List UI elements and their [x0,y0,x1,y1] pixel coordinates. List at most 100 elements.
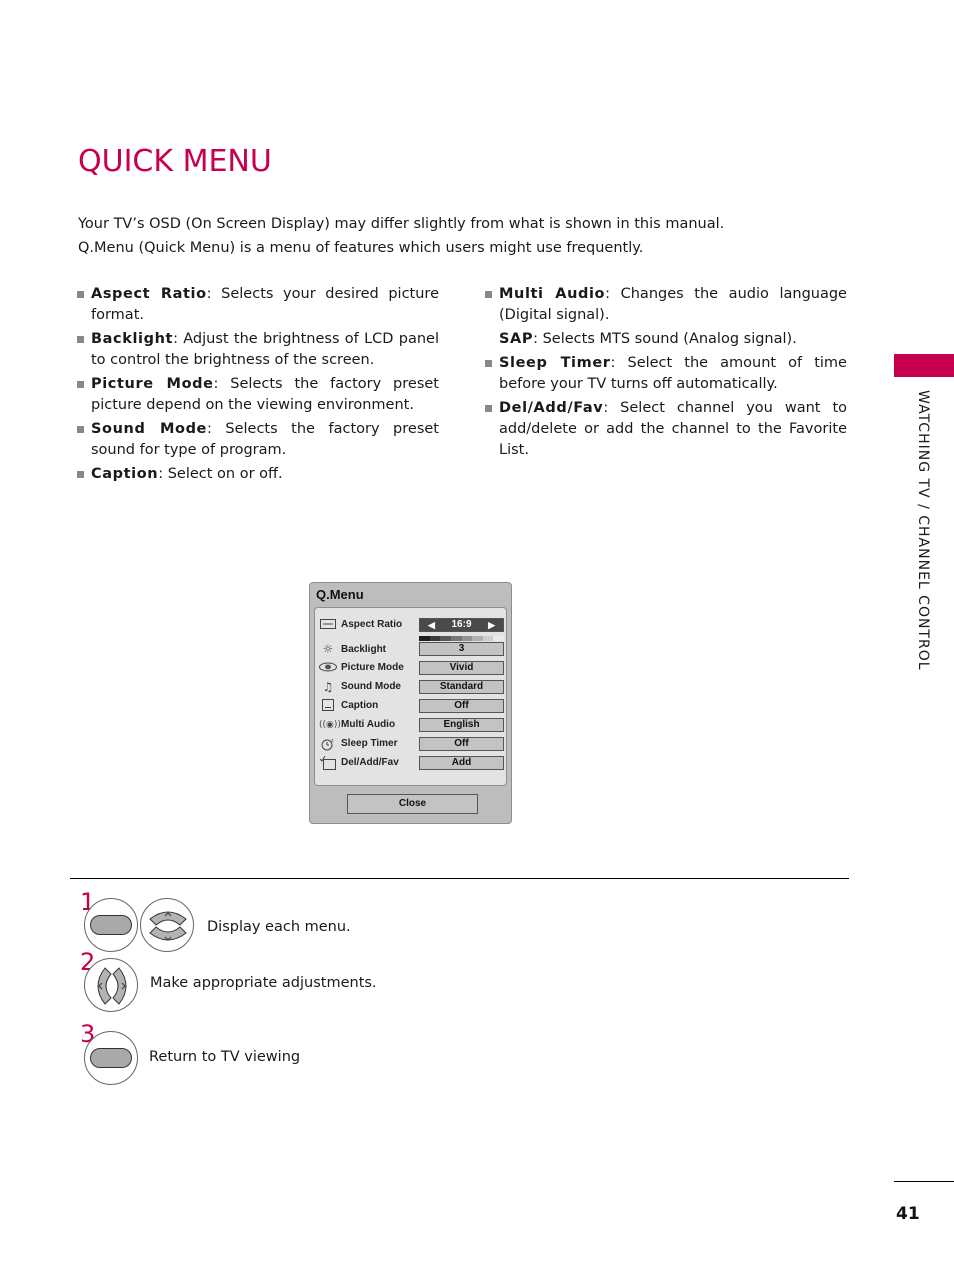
backlight-level-segment [493,636,504,641]
qmenu-label: Multi Audio [341,719,396,730]
up-down-arrows-icon [149,911,187,941]
bullet-icon [77,381,84,388]
step-text-1: Display each menu. [207,919,351,935]
footer-divider [894,1181,954,1182]
qmenu-label: Del/Add/Fav [341,757,399,768]
caption-icon [319,699,337,713]
bullet-icon [485,291,492,298]
section-divider [70,878,849,879]
feature-term: Multi Audio [499,286,606,302]
qmenu-value-multi-audio[interactable]: English [419,718,504,732]
qmenu-value: 16:9 [451,619,472,630]
qmenu-title: Q.Menu [316,587,364,602]
qmenu-row-aspect-ratio[interactable]: Aspect Ratio ◀ 16:9 ▶ [315,616,508,635]
intro-line-2: Q.Menu (Quick Menu) is a menu of feature… [78,240,644,256]
qmenu-label: Caption [341,700,379,711]
backlight-icon: ☼ [322,642,334,656]
feature-backlight: Backlight: Adjust the brightness of LCD … [77,329,439,371]
feature-desc: : Select on or off. [158,466,283,482]
features-left-column: Aspect Ratio: Selects your desired pictu… [77,284,439,488]
return-button-icon [90,1048,132,1068]
feature-picture-mode: Picture Mode: Selects the factory preset… [77,374,439,416]
qmenu-value-caption[interactable]: Off [419,699,504,713]
page-number: 41 [896,1204,920,1224]
backlight-level-segment [429,636,441,641]
return-remote-button [84,1031,138,1085]
qmenu-panel: Q.Menu Aspect Ratio ◀ 16:9 ▶ ☼ Backlight 3… [309,582,512,824]
qmenu-value-picture-mode[interactable]: Vivid [419,661,504,675]
features-right-column: Multi Audio: Changes the audio language … [485,284,847,464]
qmenu-row-del-add-fav[interactable]: Del/Add/Fav Add [315,754,508,773]
feature-caption: Caption: Select on or off. [77,464,439,485]
section-tab-text: WATCHING TV / CHANNEL CONTROL [915,390,931,671]
left-right-remote-button [84,958,138,1012]
intro-line-1: Your TV’s OSD (On Screen Display) may di… [78,216,725,232]
qmenu-label: Backlight [341,644,387,655]
bullet-icon [485,405,492,412]
feature-aspect-ratio: Aspect Ratio: Selects your desired pictu… [77,284,439,326]
backlight-level-segment [440,636,451,641]
feature-sound-mode: Sound Mode: Selects the factory preset s… [77,419,439,461]
up-down-remote-button [140,898,194,952]
qmenu-button-icon [90,915,132,935]
feature-del-add-fav: Del/Add/Fav: Select channel you want to … [485,398,847,461]
feature-term: Caption [91,466,159,482]
sleep-timer-icon: z [319,737,337,751]
feature-term: SAP [499,331,534,347]
qmenu-row-caption[interactable]: Caption Off [315,697,508,716]
picture-mode-icon [319,661,337,675]
feature-sap: SAP: Selects MTS sound (Analog signal). [485,329,847,350]
backlight-level-segment [419,636,430,641]
left-right-arrows-icon [97,967,127,1005]
del-add-fav-icon [319,755,337,770]
page-title: QUICK MENU [78,144,272,179]
qmenu-remote-button [84,898,138,952]
backlight-level-segment [482,636,494,641]
backlight-level-segment [450,636,462,641]
qmenu-list: Aspect Ratio ◀ 16:9 ▶ ☼ Backlight 3 Pictur… [314,607,507,786]
backlight-level-segment [472,636,483,641]
feature-term: Aspect Ratio [91,286,207,302]
feature-multi-audio: Multi Audio: Changes the audio language … [485,284,847,326]
qmenu-row-multi-audio[interactable]: ((◉)) Multi Audio English [315,716,508,735]
intro-text: Your TV’s OSD (On Screen Display) may di… [78,212,858,260]
bullet-icon [485,360,492,367]
qmenu-value-sound-mode[interactable]: Standard [419,680,504,694]
qmenu-value-sleep-timer[interactable]: Off [419,737,504,751]
qmenu-label: Aspect Ratio [341,619,403,630]
aspect-ratio-icon [319,618,337,632]
section-tab-label: WATCHING TV / CHANNEL CONTROL [913,390,933,710]
feature-term: Picture Mode [91,376,214,392]
qmenu-label: Sound Mode [341,681,401,692]
qmenu-label: Sleep Timer [341,738,398,749]
qmenu-row-backlight[interactable]: ☼ Backlight 3 [315,636,508,656]
sound-mode-icon: ♫ [322,680,334,694]
qmenu-row-picture-mode[interactable]: Picture Mode Vivid [315,659,508,678]
bullet-icon [77,471,84,478]
qmenu-value-aspect-ratio[interactable]: ◀ 16:9 ▶ [419,618,504,632]
bullet-icon [77,336,84,343]
multi-audio-icon: ((◉)) [319,720,341,730]
qmenu-close-button[interactable]: Close [347,794,478,814]
step-text-3: Return to TV viewing [149,1049,301,1065]
feature-term: Sound Mode [91,421,207,437]
qmenu-label: Picture Mode [341,662,404,673]
svg-text:z: z [331,738,334,744]
right-arrow-icon[interactable]: ▶ [488,619,495,631]
qmenu-row-sound-mode[interactable]: ♫ Sound Mode Standard [315,678,508,697]
feature-term: Backlight [91,331,174,347]
feature-term: Sleep Timer [499,355,611,371]
qmenu-value-del-add-fav[interactable]: Add [419,756,504,770]
backlight-level-segment [461,636,473,641]
section-tab-marker [894,354,954,377]
left-arrow-icon[interactable]: ◀ [428,619,435,631]
bullet-icon [77,426,84,433]
feature-sleep-timer: Sleep Timer: Select the amount of time b… [485,353,847,395]
qmenu-value-backlight[interactable]: 3 [419,642,504,656]
feature-desc: : Selects MTS sound (Analog signal). [533,331,797,347]
qmenu-row-sleep-timer[interactable]: z Sleep Timer Off [315,735,508,754]
feature-term: Del/Add/Fav [499,400,604,416]
step-text-2: Make appropriate adjustments. [150,975,377,991]
backlight-level-bar [419,636,504,641]
bullet-icon [77,291,84,298]
